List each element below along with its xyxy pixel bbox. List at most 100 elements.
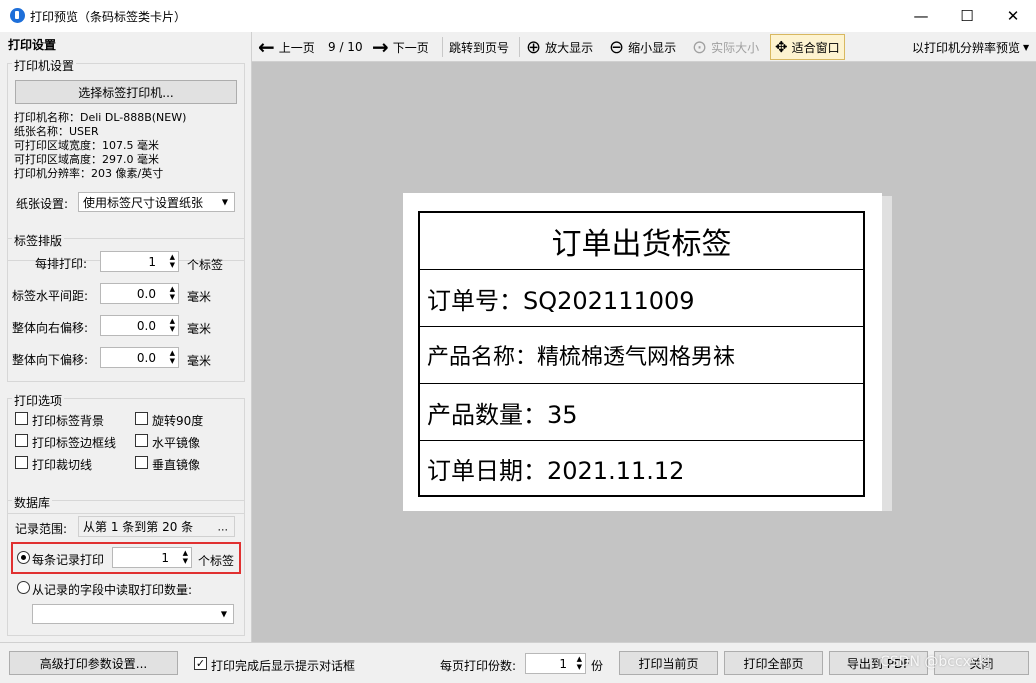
spin-arrows-icon[interactable]: ▲ ▼ bbox=[170, 317, 175, 333]
resolution-preview-dropdown[interactable]: 以打印机分辨率预览 ▼ bbox=[912, 32, 1029, 62]
bottom-bar: 高级打印参数设置... ✓ 打印完成后显示提示对话框 每页打印份数: 1 ▲ ▼ … bbox=[0, 642, 1036, 683]
chevron-down-icon: ▼ bbox=[1023, 42, 1030, 52]
options-group-title: 打印选项 bbox=[12, 392, 65, 409]
label-product-name: 产品名称：精梳棉透气网格男袜 bbox=[420, 327, 863, 384]
paper-setting-value: 使用标签尺寸设置纸张 bbox=[83, 195, 204, 210]
next-page-button[interactable]: → 下一页 bbox=[372, 32, 429, 62]
show-dialog-checkbox[interactable]: ✓ bbox=[194, 657, 207, 670]
print-all-button[interactable]: 打印全部页 bbox=[724, 651, 823, 675]
h-spacing-label: 标签水平间距: bbox=[12, 289, 89, 303]
per-row-label: 每排打印: bbox=[35, 257, 88, 271]
from-field-radio[interactable] bbox=[17, 581, 30, 594]
print-border-label: 打印标签边框线 bbox=[32, 436, 117, 450]
zoom-out-icon: ⊖ bbox=[609, 36, 625, 58]
select-printer-button[interactable]: 选择标签打印机... bbox=[15, 80, 237, 104]
spin-arrows-icon[interactable]: ▲ ▼ bbox=[183, 549, 188, 565]
close-window-button[interactable]: ✕ bbox=[990, 0, 1036, 32]
right-offset-unit: 毫米 bbox=[187, 322, 212, 336]
label-table: 订单出货标签 订单号：SQ202111009 产品名称：精梳棉透气网格男袜 产品… bbox=[418, 211, 865, 497]
maximize-button[interactable]: ☐ bbox=[944, 0, 990, 32]
window-title: 打印预览（条码标签类卡片） bbox=[30, 10, 187, 24]
zoom-in-icon: ⊕ bbox=[526, 36, 542, 58]
arrow-right-icon: → bbox=[372, 35, 389, 59]
per-record-value: 1 bbox=[161, 551, 169, 565]
next-page-label: 下一页 bbox=[392, 40, 429, 55]
print-settings-panel: 打印设置 打印机设置 选择标签打印机... 打印机名称：Deli DL-888B… bbox=[0, 32, 252, 642]
label-order-no: 订单号：SQ202111009 bbox=[420, 270, 863, 327]
spin-arrows-icon[interactable]: ▲ ▼ bbox=[170, 253, 175, 269]
print-cutline-checkbox[interactable] bbox=[15, 456, 28, 469]
from-field-select[interactable]: ▼ bbox=[32, 604, 234, 624]
printer-resolution: 打印机分辨率：203 像素/英寸 bbox=[14, 167, 164, 180]
title-bar: 打印预览（条码标签类卡片） — ☐ ✕ bbox=[0, 0, 1036, 32]
from-field-label: 从记录的字段中读取打印数量: bbox=[32, 583, 193, 597]
app-icon bbox=[10, 8, 25, 23]
h-spacing-unit: 毫米 bbox=[187, 290, 212, 304]
zoom-out-button[interactable]: ⊖ 缩小显示 bbox=[609, 32, 676, 62]
zoom-in-button[interactable]: ⊕ 放大显示 bbox=[526, 32, 593, 62]
panel-header: 打印设置 bbox=[8, 38, 57, 52]
paper-setting-select[interactable]: 使用标签尺寸设置纸张 ▼ bbox=[78, 192, 235, 212]
print-border-checkbox[interactable] bbox=[15, 434, 28, 447]
v-mirror-checkbox[interactable] bbox=[135, 456, 148, 469]
watermark: CSDN @bccxskj bbox=[880, 654, 991, 670]
rotate90-label: 旋转90度 bbox=[152, 414, 204, 428]
per-record-radio[interactable] bbox=[17, 551, 30, 564]
right-offset-label: 整体向右偏移: bbox=[12, 321, 89, 335]
print-current-button[interactable]: 打印当前页 bbox=[619, 651, 718, 675]
layout-group-title: 标签排版 bbox=[12, 232, 65, 249]
per-record-unit: 个标签 bbox=[198, 554, 235, 568]
zoom-out-label: 缩小显示 bbox=[628, 40, 677, 55]
right-offset-value: 0.0 bbox=[136, 319, 156, 333]
paper-name: 纸张名称：USER bbox=[14, 125, 99, 138]
page-shadow bbox=[882, 196, 892, 511]
label-title: 订单出货标签 bbox=[420, 213, 863, 270]
fit-window-button[interactable]: ✥ 适合窗口 bbox=[770, 34, 845, 60]
record-range-more[interactable]: ... bbox=[218, 520, 229, 533]
prev-page-label: 上一页 bbox=[278, 40, 315, 55]
per-row-stepper[interactable]: 1 ▲ ▼ bbox=[100, 251, 179, 272]
print-width: 可打印区域宽度：107.5 毫米 bbox=[14, 139, 159, 152]
per-row-unit: 个标签 bbox=[187, 258, 224, 272]
h-spacing-stepper[interactable]: 0.0 ▲ ▼ bbox=[100, 283, 179, 304]
print-background-checkbox[interactable] bbox=[15, 412, 28, 425]
advanced-settings-button[interactable]: 高级打印参数设置... bbox=[9, 651, 178, 675]
paper-setting-label: 纸张设置: bbox=[16, 197, 69, 211]
v-mirror-label: 垂直镜像 bbox=[152, 458, 201, 472]
down-offset-unit: 毫米 bbox=[187, 354, 212, 368]
label-quantity: 产品数量：35 bbox=[420, 384, 863, 441]
record-range-value: 从第 1 条到第 20 条 bbox=[83, 520, 194, 534]
spin-arrows-icon[interactable]: ▲ ▼ bbox=[170, 285, 175, 301]
down-offset-label: 整体向下偏移: bbox=[12, 353, 89, 367]
arrow-left-icon: ← bbox=[258, 35, 275, 59]
spin-arrows-icon[interactable]: ▲ ▼ bbox=[577, 655, 582, 671]
show-dialog-label: 打印完成后显示提示对话框 bbox=[211, 659, 356, 673]
down-offset-stepper[interactable]: 0.0 ▲ ▼ bbox=[100, 347, 179, 368]
printer-name: 打印机名称：Deli DL-888B(NEW) bbox=[14, 111, 187, 124]
fit-window-label: 适合窗口 bbox=[791, 40, 840, 55]
h-mirror-checkbox[interactable] bbox=[135, 434, 148, 447]
prev-page-button[interactable]: ← 上一页 bbox=[258, 32, 315, 62]
copies-label: 每页打印份数: bbox=[440, 659, 517, 673]
rotate90-checkbox[interactable] bbox=[135, 412, 148, 425]
right-offset-stepper[interactable]: 0.0 ▲ ▼ bbox=[100, 315, 179, 336]
resolution-preview-label: 以打印机分辨率预览 bbox=[912, 40, 1021, 55]
copies-stepper[interactable]: 1 ▲ ▼ bbox=[525, 653, 586, 674]
fit-window-icon: ✥ bbox=[775, 38, 788, 56]
label-order-date: 订单日期：2021.11.12 bbox=[427, 456, 685, 485]
h-mirror-label: 水平镜像 bbox=[152, 436, 201, 450]
minimize-button[interactable]: — bbox=[898, 0, 944, 32]
goto-page-button[interactable]: 跳转到页号 bbox=[449, 32, 509, 62]
record-range-field[interactable]: 从第 1 条到第 20 条 ... bbox=[78, 516, 235, 537]
print-background-label: 打印标签背景 bbox=[32, 414, 105, 428]
copies-value: 1 bbox=[559, 657, 567, 671]
database-group-title: 数据库 bbox=[12, 494, 53, 511]
spin-arrows-icon[interactable]: ▲ ▼ bbox=[170, 349, 175, 365]
record-range-label: 记录范围: bbox=[15, 522, 68, 536]
preview-toolbar: ← 上一页 9 / 10 → 下一页 跳转到页号 ⊕ 放大显示 ⊖ 缩小显示 ⊙… bbox=[252, 32, 1036, 62]
per-record-stepper[interactable]: 1 ▲ ▼ bbox=[112, 547, 192, 568]
copies-unit: 份 bbox=[591, 659, 604, 673]
actual-size-label: 实际大小 bbox=[711, 40, 760, 55]
per-row-value: 1 bbox=[148, 255, 156, 269]
actual-size-button[interactable]: ⊙ 实际大小 bbox=[692, 32, 759, 62]
